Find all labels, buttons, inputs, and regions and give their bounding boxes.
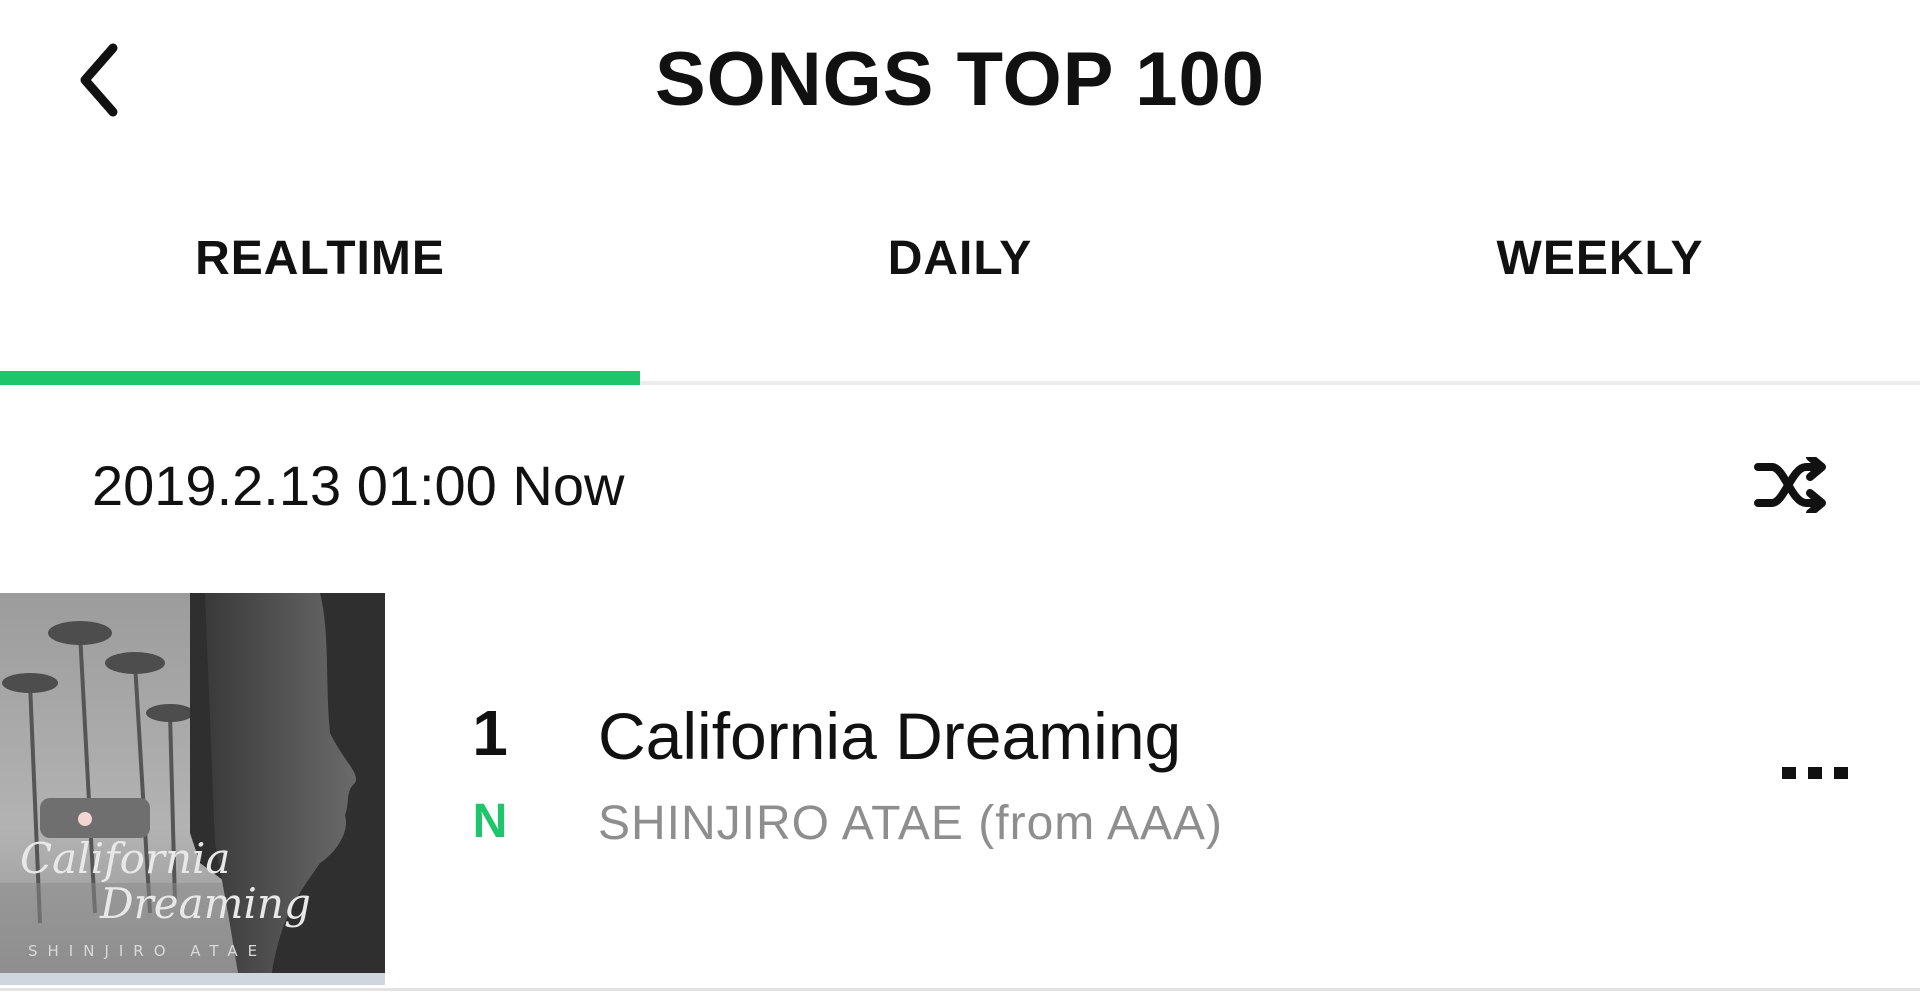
chart-timestamp: 2019.2.13 01:00 Now <box>92 453 625 517</box>
rank-column: 1 N <box>440 683 540 857</box>
chart-timestamp-row: 2019.2.13 01:00 Now <box>0 385 1920 585</box>
shuffle-icon <box>1754 457 1826 513</box>
rank-number: 1 <box>472 697 508 769</box>
active-tab-indicator <box>0 371 640 385</box>
new-entry-badge: N <box>472 795 508 848</box>
tab-label-realtime: REALTIME <box>195 231 445 285</box>
chart-tabs: REALTIME DAILY WEEKLY <box>0 170 1920 385</box>
more-horizontal-icon <box>1782 767 1848 779</box>
song-row[interactable]: California Dreaming SHINJIRO ATAE 1 N Ca… <box>0 593 1920 991</box>
album-art-artist: SHINJIRO ATAE <box>28 942 267 960</box>
album-art-title-line2: Dreaming <box>99 879 311 928</box>
tab-daily[interactable]: DAILY <box>640 170 1280 381</box>
shuffle-button[interactable] <box>1745 440 1835 530</box>
header: SONGS TOP 100 <box>0 0 1920 170</box>
tab-realtime[interactable]: REALTIME <box>0 170 640 385</box>
tab-label-daily: DAILY <box>887 231 1033 285</box>
song-artist: SHINJIRO ATAE (from AAA) <box>598 797 1223 850</box>
album-cover-image: California Dreaming SHINJIRO ATAE <box>0 593 385 985</box>
song-info: California Dreaming SHINJIRO ATAE (from … <box>598 688 1698 864</box>
album-art: California Dreaming SHINJIRO ATAE <box>0 593 385 985</box>
tab-label-weekly: WEEKLY <box>1496 231 1704 285</box>
song-title: California Dreaming <box>598 699 1182 773</box>
tab-weekly[interactable]: WEEKLY <box>1280 170 1920 381</box>
page-title: SONGS TOP 100 <box>654 37 1265 122</box>
chart-page: SONGS TOP 100 REALTIME DAILY WEEKLY 2019… <box>0 0 1920 996</box>
more-options-button[interactable] <box>1760 733 1870 813</box>
album-art-title-line1: California <box>20 834 230 883</box>
